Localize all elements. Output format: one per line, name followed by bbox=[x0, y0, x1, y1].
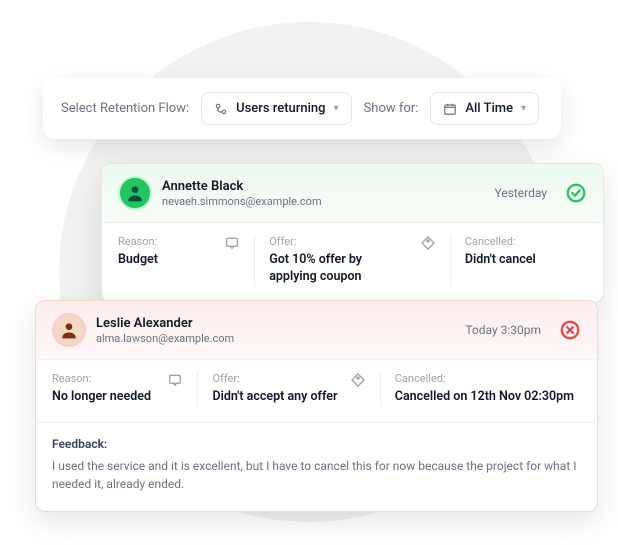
calendar-icon bbox=[443, 102, 457, 116]
card-body: Reason: Budget Offer: Got 10% offer by a… bbox=[102, 222, 603, 302]
retention-card: Annette Black nevaeh.simmons@example.com… bbox=[101, 163, 604, 303]
user-name: Annette Black bbox=[162, 179, 484, 194]
avatar bbox=[52, 313, 86, 347]
retention-card: Leslie Alexander alma.lawson@example.com… bbox=[35, 300, 598, 512]
chevron-down-icon: ▾ bbox=[334, 103, 339, 114]
user-email: nevaeh.simmons@example.com bbox=[162, 195, 484, 208]
cancelled-label: Cancelled: bbox=[395, 372, 581, 385]
feedback-section: Feedback: I used the service and it is e… bbox=[36, 422, 597, 511]
user-email: alma.lawson@example.com bbox=[96, 332, 455, 345]
filter-bar: Select Retention Flow: Users returning ▾… bbox=[43, 78, 561, 139]
divider bbox=[380, 372, 381, 406]
success-check-icon bbox=[565, 182, 587, 204]
reason-value: No longer needed bbox=[52, 389, 157, 406]
cancelled-label: Cancelled: bbox=[465, 235, 587, 248]
show-for-label: Show for: bbox=[364, 101, 419, 116]
retention-flow-value: Users returning bbox=[236, 101, 325, 116]
cancel-x-icon bbox=[559, 319, 581, 341]
card-header: Annette Black nevaeh.simmons@example.com… bbox=[102, 164, 603, 222]
reason-value: Budget bbox=[118, 252, 214, 269]
retention-flow-dropdown[interactable]: Users returning ▾ bbox=[201, 92, 351, 125]
user-info: Annette Black nevaeh.simmons@example.com bbox=[162, 179, 484, 208]
offer-value: Didn't accept any offer bbox=[212, 389, 339, 406]
time-range-value: All Time bbox=[465, 101, 513, 116]
select-flow-label: Select Retention Flow: bbox=[61, 101, 189, 116]
timestamp: Today 3:30pm bbox=[465, 323, 541, 337]
feedback-label: Feedback: bbox=[52, 437, 581, 451]
divider bbox=[197, 372, 198, 406]
reason-label: Reason: bbox=[118, 235, 214, 248]
feedback-text: I used the service and it is excellent, … bbox=[52, 457, 581, 493]
cancelled-value: Cancelled on 12th Nov 02:30pm bbox=[395, 389, 581, 406]
divider bbox=[450, 235, 451, 286]
message-icon bbox=[224, 235, 240, 251]
reason-label: Reason: bbox=[52, 372, 157, 385]
timestamp: Yesterday bbox=[494, 186, 547, 200]
flow-icon bbox=[214, 102, 228, 116]
user-info: Leslie Alexander alma.lawson@example.com bbox=[96, 316, 455, 345]
offer-label: Offer: bbox=[212, 372, 339, 385]
offer-label: Offer: bbox=[269, 235, 410, 248]
time-range-dropdown[interactable]: All Time ▾ bbox=[430, 92, 539, 125]
offer-value: Got 10% offer by applying coupon bbox=[269, 252, 410, 286]
tag-icon bbox=[420, 235, 436, 251]
card-body: Reason: No longer needed Offer: Didn't a… bbox=[36, 359, 597, 422]
user-name: Leslie Alexander bbox=[96, 316, 455, 331]
message-icon bbox=[167, 372, 183, 388]
chevron-down-icon: ▾ bbox=[521, 103, 526, 114]
cancelled-value: Didn't cancel bbox=[465, 252, 587, 269]
card-header: Leslie Alexander alma.lawson@example.com… bbox=[36, 301, 597, 359]
tag-icon bbox=[350, 372, 366, 388]
divider bbox=[254, 235, 255, 286]
avatar bbox=[118, 176, 152, 210]
